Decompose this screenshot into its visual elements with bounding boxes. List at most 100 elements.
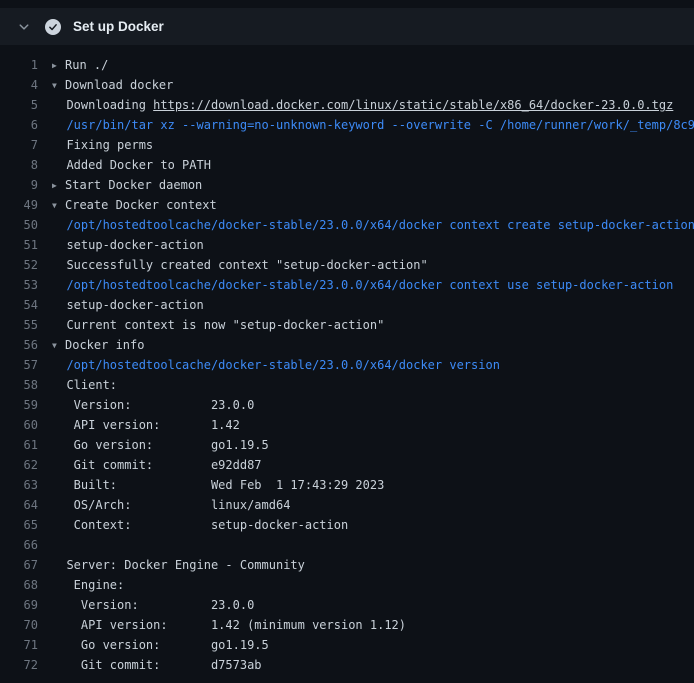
line-content: setup-docker-action (52, 295, 694, 315)
log-text: Engine: (52, 578, 124, 592)
line-number[interactable]: 8 (0, 155, 52, 175)
log-text: OS/Arch: linux/amd64 (52, 498, 290, 512)
log-line: 52 Successfully created context "setup-d… (0, 255, 694, 275)
log-line: 62 Git commit: e92dd87 (0, 455, 694, 475)
line-number[interactable]: 61 (0, 435, 52, 455)
line-content[interactable]: ▼Create Docker context (52, 195, 694, 215)
line-number[interactable]: 55 (0, 315, 52, 335)
line-number[interactable]: 60 (0, 415, 52, 435)
log-line: 67 Server: Docker Engine - Community (0, 555, 694, 575)
log-text: Run ./ (65, 58, 108, 72)
line-number[interactable]: 59 (0, 395, 52, 415)
log-text: Git commit: e92dd87 (52, 458, 262, 472)
log-line: 71 Go version: go1.19.5 (0, 635, 694, 655)
line-number[interactable]: 56 (0, 335, 52, 355)
log-text: Download docker (65, 78, 173, 92)
log-line: 59 Version: 23.0.0 (0, 395, 694, 415)
line-number[interactable]: 51 (0, 235, 52, 255)
log-text: Start Docker daemon (65, 178, 202, 192)
line-content: Built: Wed Feb 1 17:43:29 2023 (52, 475, 694, 495)
line-content: OS/Arch: linux/amd64 (52, 495, 694, 515)
log-command-text: /opt/hostedtoolcache/docker-stable/23.0.… (52, 358, 500, 372)
chevron-down-icon[interactable] (16, 19, 32, 35)
log-text: Successfully created context "setup-dock… (52, 258, 428, 272)
log-text: Git commit: d7573ab (52, 658, 262, 672)
line-number[interactable]: 1 (0, 55, 52, 75)
line-content: API version: 1.42 (52, 415, 694, 435)
group-chevron-expanded-icon[interactable]: ▼ (52, 336, 65, 355)
group-chevron-collapsed-icon[interactable]: ▶ (52, 56, 65, 75)
line-content[interactable]: ▶Start Docker daemon (52, 175, 694, 195)
log-text: Context: setup-docker-action (52, 518, 348, 532)
line-number[interactable]: 57 (0, 355, 52, 375)
line-content: Successfully created context "setup-dock… (52, 255, 694, 275)
line-number[interactable]: 52 (0, 255, 52, 275)
line-content: Fixing perms (52, 135, 694, 155)
line-number[interactable]: 9 (0, 175, 52, 195)
line-content (52, 535, 694, 555)
group-chevron-collapsed-icon[interactable]: ▶ (52, 176, 65, 195)
log-text: setup-docker-action (52, 298, 204, 312)
log-line: 56▼Docker info (0, 335, 694, 355)
line-number[interactable]: 6 (0, 115, 52, 135)
log-command-text: /opt/hostedtoolcache/docker-stable/23.0.… (52, 218, 694, 232)
line-number[interactable]: 65 (0, 515, 52, 535)
log-text: API version: 1.42 (minimum version 1.12) (52, 618, 406, 632)
log-command-text: /usr/bin/tar xz --warning=no-unknown-key… (52, 118, 694, 132)
line-number[interactable]: 49 (0, 195, 52, 215)
line-number[interactable]: 72 (0, 655, 52, 675)
log-line: 58 Client: (0, 375, 694, 395)
line-number[interactable]: 71 (0, 635, 52, 655)
log-text: Added Docker to PATH (52, 158, 211, 172)
log-line: 5 Downloading https://download.docker.co… (0, 95, 694, 115)
line-number[interactable]: 5 (0, 95, 52, 115)
line-number[interactable]: 58 (0, 375, 52, 395)
line-content: setup-docker-action (52, 235, 694, 255)
log-line: 49▼Create Docker context (0, 195, 694, 215)
log-line: 6 /usr/bin/tar xz --warning=no-unknown-k… (0, 115, 694, 135)
line-content: Context: setup-docker-action (52, 515, 694, 535)
line-number[interactable]: 62 (0, 455, 52, 475)
log-line: 1▶Run ./ (0, 55, 694, 75)
step-title: Set up Docker (73, 19, 164, 34)
log-line: 55 Current context is now "setup-docker-… (0, 315, 694, 335)
line-content: API version: 1.42 (minimum version 1.12) (52, 615, 694, 635)
line-content: /opt/hostedtoolcache/docker-stable/23.0.… (52, 275, 694, 295)
step-header[interactable]: Set up Docker (0, 8, 694, 45)
check-circle-icon (45, 19, 61, 35)
line-number[interactable]: 63 (0, 475, 52, 495)
line-number[interactable]: 69 (0, 595, 52, 615)
line-number[interactable]: 53 (0, 275, 52, 295)
log-text: Go version: go1.19.5 (52, 438, 269, 452)
log-text: Server: Docker Engine - Community (52, 558, 305, 572)
log-line: 70 API version: 1.42 (minimum version 1.… (0, 615, 694, 635)
line-content[interactable]: ▼Download docker (52, 75, 694, 95)
line-number[interactable]: 66 (0, 535, 52, 555)
line-number[interactable]: 7 (0, 135, 52, 155)
line-content[interactable]: ▶Run ./ (52, 55, 694, 75)
line-content[interactable]: ▼Docker info (52, 335, 694, 355)
group-chevron-expanded-icon[interactable]: ▼ (52, 196, 65, 215)
line-number[interactable]: 68 (0, 575, 52, 595)
log-text: Fixing perms (52, 138, 153, 152)
log-line: 8 Added Docker to PATH (0, 155, 694, 175)
line-number[interactable]: 4 (0, 75, 52, 95)
group-chevron-expanded-icon[interactable]: ▼ (52, 76, 65, 95)
line-number[interactable]: 64 (0, 495, 52, 515)
log-line: 51 setup-docker-action (0, 235, 694, 255)
log-lines: 1▶Run ./4▼Download docker5 Downloading h… (0, 45, 694, 675)
log-line: 61 Go version: go1.19.5 (0, 435, 694, 455)
log-line: 53 /opt/hostedtoolcache/docker-stable/23… (0, 275, 694, 295)
log-text: Client: (52, 378, 117, 392)
log-link[interactable]: https://download.docker.com/linux/static… (153, 98, 673, 112)
log-line: 9▶Start Docker daemon (0, 175, 694, 195)
line-number[interactable]: 54 (0, 295, 52, 315)
line-number[interactable]: 50 (0, 215, 52, 235)
log-text: Downloading (52, 98, 153, 112)
log-text: Docker info (65, 338, 144, 352)
line-content: Current context is now "setup-docker-act… (52, 315, 694, 335)
line-number[interactable]: 70 (0, 615, 52, 635)
log-text: Version: 23.0.0 (52, 398, 254, 412)
log-line: 69 Version: 23.0.0 (0, 595, 694, 615)
line-number[interactable]: 67 (0, 555, 52, 575)
